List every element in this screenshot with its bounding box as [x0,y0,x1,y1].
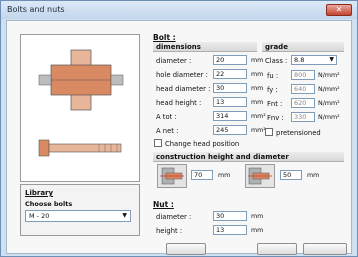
head-diameter-label: head diameter : [156,85,211,93]
fnv-unit: N/mm² [318,114,340,121]
pretensioned-checkbox[interactable] [265,128,273,136]
a-tot-input[interactable]: 314 [213,111,247,121]
library-panel: Library Choose bolts M - 20 ▼ [20,184,140,236]
chevron-down-icon: ▼ [122,212,127,219]
a-tot-label: A tot : [156,113,177,121]
hole-diameter-unit: mm [251,71,264,78]
bolt-drawing [38,49,124,157]
fnt-unit: N/mm² [318,100,340,107]
head-height-input[interactable]: 13 [213,97,247,107]
class-select[interactable]: 8.8 ▼ [291,55,337,65]
fnv-label: Fnv : [267,114,284,122]
construction-height-input[interactable]: 70 [191,170,213,180]
fy-label: fy : [267,86,278,94]
construction-height-icon [160,167,184,185]
a-net-label: A net : [156,127,179,135]
nut-height-label: height : [156,227,183,235]
dimensions-header: dimensions [153,42,257,52]
nut-diameter-label: diameter : [156,213,192,221]
class-select-value: 8.8 [294,56,305,64]
class-label: Class : [265,57,288,65]
bolt-select-value: M - 20 [29,212,50,220]
fy-input[interactable]: 640 [291,84,315,94]
change-head-label: Change head position [165,140,240,148]
head-diameter-unit: mm [251,85,264,92]
library-title: Library [25,189,54,197]
nut-height-unit: mm [251,227,264,234]
choose-bolts-label: Choose bolts [25,200,73,208]
fy-unit: N/mm² [318,86,340,93]
construction-header: construction height and diameter [153,152,344,162]
dialog-button-3[interactable] [303,243,347,255]
construction-diameter-image [245,164,275,188]
fnv-input[interactable]: 330 [291,112,315,122]
construction-height-image [157,164,187,188]
diameter-label: diameter : [156,57,192,65]
close-icon: ✕ [335,5,343,14]
change-head-checkbox[interactable] [154,139,162,147]
a-net-input[interactable]: 245 [213,125,247,135]
diameter-input[interactable]: 20 [213,55,247,65]
dialog-window: Bolts and nuts ✕ Library Choose bolts M … [0,0,358,257]
pretensioned-label: pretensioned [276,129,321,137]
bolt-select[interactable]: M - 20 ▼ [25,210,131,222]
dialog-button-2[interactable] [257,243,297,255]
fu-label: fu : [267,72,279,80]
close-button[interactable]: ✕ [326,4,352,16]
window-title: Bolts and nuts [7,5,65,14]
construction-diameter-unit: mm [307,172,320,179]
construction-diameter-input[interactable]: 50 [280,170,302,180]
a-tot-unit: mm² [251,113,266,120]
hole-diameter-label: hole diameter : [156,71,208,79]
grade-header: grade [262,42,344,52]
fnt-label: Fnt : [267,100,283,108]
head-diameter-input[interactable]: 30 [213,83,247,93]
construction-diameter-icon [248,167,272,185]
title-bar: Bolts and nuts ✕ [1,1,357,19]
dialog-content: Library Choose bolts M - 20 ▼ Bolt : dim… [6,20,352,254]
diameter-unit: mm [251,57,264,64]
nut-diameter-unit: mm [251,213,264,220]
dialog-button-1[interactable] [166,243,206,255]
nut-title: Nut : [153,200,174,209]
construction-height-unit: mm [218,172,231,179]
a-net-unit: mm² [251,127,266,134]
fu-input[interactable]: 800 [291,70,315,80]
head-height-label: head height : [156,99,202,107]
chevron-down-icon: ▼ [329,56,334,63]
hole-diameter-input[interactable]: 22 [213,69,247,79]
head-height-unit: mm [251,99,264,106]
bolt-title: Bolt : [153,33,176,42]
fu-unit: N/mm² [318,72,340,79]
fnt-input[interactable]: 620 [291,98,315,108]
nut-height-input[interactable]: 13 [213,225,247,235]
bolt-preview-panel [20,34,140,182]
nut-diameter-input[interactable]: 30 [213,211,247,221]
